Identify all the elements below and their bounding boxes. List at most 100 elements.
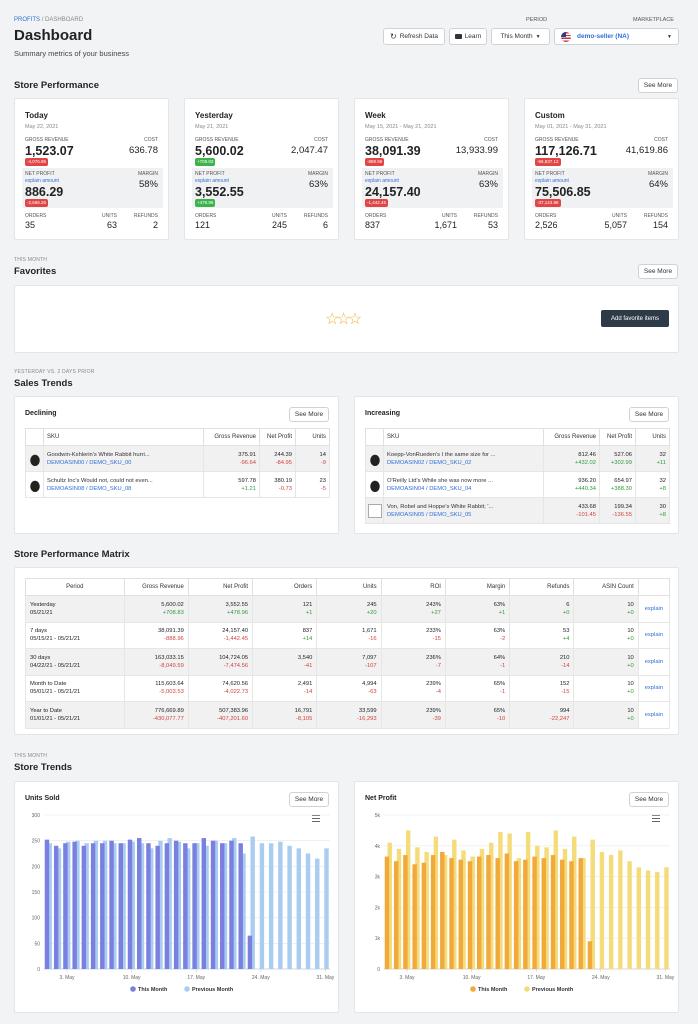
sales-trends-title: Sales Trends [14, 378, 73, 389]
orders-value: 121 [302, 601, 313, 608]
product-name: Koepp-VonRueden's I the same size for ..… [387, 451, 496, 458]
sales-trend-row[interactable]: Koepp-VonRueden's I the same size for ..… [365, 445, 670, 472]
learn-button[interactable]: Learn [449, 28, 487, 45]
store-trends-title: Store Trends [14, 762, 73, 773]
orders-label: ORDERS [25, 213, 47, 219]
period-select[interactable]: This Month ▼ [491, 28, 550, 45]
product-name: O'Reilly Ltd's While she was now more ..… [387, 477, 493, 484]
units-label: UNITS [442, 213, 457, 219]
bar-previous-month [287, 845, 292, 969]
kpi-card-today: Today May 22, 2021 GROSS REVENUE 1,523.07 -4… [14, 98, 169, 240]
sales-trend-row[interactable]: Von, Robel and Hoppe's White Rabbit; '..… [365, 497, 670, 524]
declining-panel: Declining See More SKU Gross Revenue Net P… [14, 396, 339, 534]
explain-link[interactable]: explain [645, 659, 663, 665]
bar-this-month [72, 841, 77, 969]
sku-link[interactable]: DEMOASIN05 / DEMO_SKU_05 [387, 511, 540, 519]
net-profit-delta: -407,201.60 [217, 715, 249, 722]
net-profit-panel: Net Profit See More 0 1k 2k 3k 4k 5k 3. May 10.… [354, 781, 679, 1013]
explain-link[interactable]: explain [645, 632, 663, 638]
asin-count-value: 10 [627, 681, 634, 688]
sku-link[interactable]: DEMOASIN08 / DEMO_SKU_08 [47, 485, 200, 493]
sales-trend-row[interactable]: Schultz Inc's Would not, could not even.… [25, 471, 330, 498]
matrix-row: Month to Date 05/01/21 - 05/21/21 115,603.… [25, 674, 671, 702]
bar-this-month [192, 843, 197, 969]
increasing-table: SKU Gross Revenue Net Profit Units Koepp-Von… [365, 428, 670, 524]
store-performance-title: Store Performance [14, 80, 100, 91]
kpi-card-title: Yesterday [195, 111, 233, 120]
y-tick-label: 0 [377, 967, 380, 973]
x-tick-label: 24. May [592, 975, 610, 981]
increasing-see-more-button[interactable]: See More [629, 407, 669, 422]
legend-label[interactable]: Previous Month [192, 987, 234, 993]
marketplace-value: demo-seller (NA) [577, 33, 630, 40]
explain-link[interactable]: explain [645, 685, 663, 691]
product-thumbnail [367, 451, 382, 466]
orders-label: ORDERS [365, 213, 387, 219]
legend-marker[interactable] [130, 986, 136, 992]
explain-amount-link[interactable]: explain amount [25, 178, 59, 184]
legend-marker[interactable] [470, 986, 476, 992]
refresh-data-button[interactable]: ↻ Refresh Data [383, 28, 445, 45]
sku-link[interactable]: DEMOASIN00 / DEMO_SKU_00 [47, 459, 200, 467]
sales-trend-row[interactable]: O'Reilly Ltd's While she was now more ..… [365, 471, 670, 498]
gross-revenue-value: 38,091.39 [158, 628, 184, 635]
y-tick-label: 1k [375, 936, 381, 942]
net-profit-delta: -7,474.56 [223, 662, 249, 669]
store-performance-see-more-button[interactable]: See More [638, 78, 678, 93]
legend-marker[interactable] [524, 986, 530, 992]
bar-previous-month [296, 848, 302, 969]
gross-revenue-label: GROSS REVENUE [25, 137, 69, 143]
units-delta: -5 [320, 485, 326, 492]
bar-this-month [109, 840, 114, 969]
matrix-header-refunds: Refunds [509, 578, 575, 596]
bar-this-month [100, 843, 105, 969]
sku-link[interactable]: DEMOASIN02 / DEMO_SKU_02 [387, 459, 540, 467]
declining-see-more-button[interactable]: See More [289, 407, 329, 422]
sales-trend-row[interactable]: Goodwin-Kshlerin's White Rabbit hurri...… [25, 445, 330, 472]
units-delta: -16 [368, 636, 377, 643]
add-favorite-items-button[interactable]: Add favorite items [601, 310, 669, 327]
units-value: 5,057 [604, 220, 627, 230]
net-profit-delta: +302.99 [610, 459, 632, 466]
explain-amount-link[interactable]: explain amount [535, 178, 569, 184]
explain-amount-link[interactable]: explain amount [195, 178, 229, 184]
legend-label[interactable]: Previous Month [532, 987, 574, 993]
orders-delta: +14 [302, 636, 313, 643]
bar-this-month [53, 845, 59, 969]
bar-this-month [210, 840, 216, 969]
favorites-see-more-button[interactable]: See More [638, 264, 678, 279]
orders-value: 121 [195, 220, 211, 230]
units-value: 63 [106, 220, 117, 230]
units-value: 245 [366, 601, 377, 608]
explain-amount-link[interactable]: explain amount [365, 178, 399, 184]
asin-count-delta: +0 [627, 689, 634, 696]
period-dates: 05/15/21 - 05/21/21 [30, 636, 81, 643]
bar-this-month [173, 840, 179, 969]
gross-revenue-value: 5,600.02 [161, 601, 184, 608]
orders-value: 837 [302, 628, 313, 635]
legend-label[interactable]: This Month [138, 987, 168, 993]
marketplace-select[interactable]: demo-seller (NA) ▼ [554, 28, 679, 45]
sku-link[interactable]: DEMOASIN04 / DEMO_SKU_04 [387, 485, 540, 493]
store-trends-eyebrow: THIS MONTH [14, 753, 48, 759]
bar-previous-month [636, 867, 642, 969]
roi-delta: +27 [431, 609, 441, 616]
sku-header: SKU [43, 428, 204, 446]
kpi-card-yesterday: Yesterday May 21, 2021 GROSS REVENUE 5,600.… [184, 98, 339, 240]
cost-label: COST [654, 137, 668, 143]
breadcrumb-profits-link[interactable]: PROFITS [14, 17, 40, 23]
bar-this-month [532, 856, 537, 969]
bar-this-month [578, 858, 583, 969]
legend-label[interactable]: This Month [478, 987, 508, 993]
units-delta: -107 [365, 662, 377, 669]
units-value: 4,994 [362, 681, 377, 688]
units-value: 32 [659, 451, 666, 458]
refunds-label: REFUNDS [303, 213, 328, 219]
legend-marker[interactable] [184, 986, 190, 992]
bar-this-month [127, 839, 133, 969]
explain-link[interactable]: explain [645, 712, 663, 718]
explain-link[interactable]: explain [645, 606, 663, 612]
matrix-header-orders: Orders [252, 578, 318, 596]
asin-count-value: 10 [627, 654, 634, 661]
chevron-down-icon: ▼ [667, 33, 672, 40]
